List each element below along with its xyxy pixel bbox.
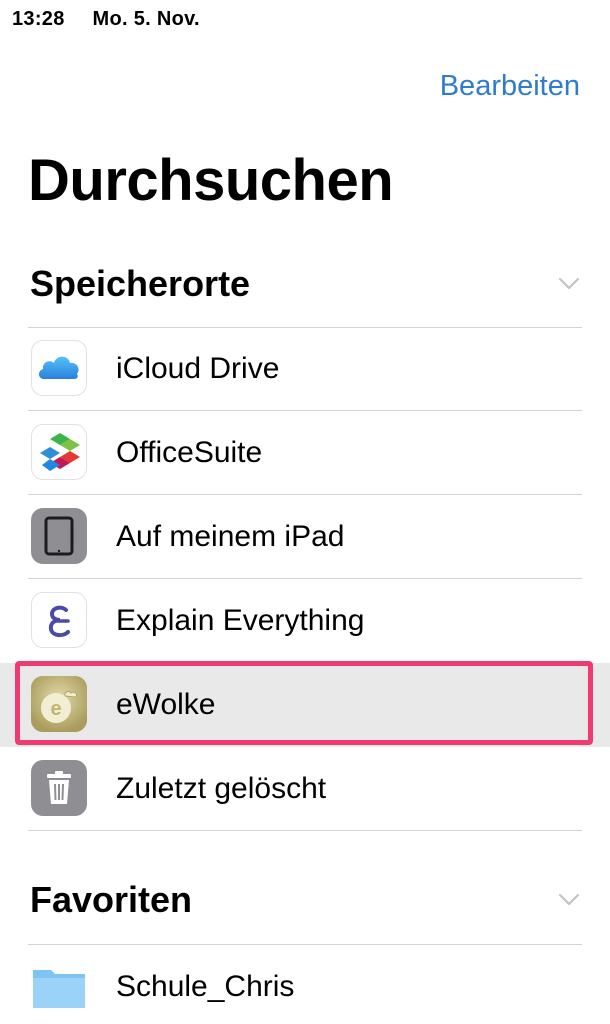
ipad-icon xyxy=(31,508,87,564)
favorites-section: Favoriten xyxy=(0,860,610,946)
list-item-icloud-drive[interactable]: iCloud Drive xyxy=(0,327,610,411)
status-bar: 13:28 Mo. 5. Nov. xyxy=(12,8,200,32)
trash-icon xyxy=(31,760,87,816)
list-item-explain-everything[interactable]: Explain Everything xyxy=(0,579,610,663)
list-item-auf-meinem-ipad[interactable]: Auf meinem iPad xyxy=(0,495,610,579)
list-item-officesuite[interactable]: OfficeSuite xyxy=(0,411,610,495)
section-title: Favoriten xyxy=(30,879,193,920)
locations-section-header[interactable]: Speicherorte xyxy=(0,244,610,330)
ewolke-icon: e xyxy=(31,676,87,732)
icloud-icon xyxy=(31,340,87,396)
favorites-section-header[interactable]: Favoriten xyxy=(0,860,610,946)
edit-button[interactable]: Bearbeiten xyxy=(440,70,580,103)
list-item-label: iCloud Drive xyxy=(116,352,280,385)
explain-everything-icon xyxy=(31,592,87,648)
locations-section: Speicherorte xyxy=(0,244,610,330)
divider xyxy=(28,830,582,831)
status-time: 13:28 xyxy=(12,8,65,30)
chevron-down-icon[interactable] xyxy=(556,886,582,912)
list-item-label: Auf meinem iPad xyxy=(116,520,345,553)
list-item-label: Explain Everything xyxy=(116,604,365,637)
list-item-label: Schule_Chris xyxy=(116,970,295,1003)
chevron-down-icon[interactable] xyxy=(556,270,582,296)
section-title: Speicherorte xyxy=(30,263,251,304)
list-item-zuletzt-geloescht[interactable]: Zuletzt gelöscht xyxy=(0,747,610,831)
officesuite-icon xyxy=(31,424,87,480)
list-item-schule-chris[interactable]: Schule_Chris xyxy=(0,945,610,1024)
folder-icon xyxy=(31,958,87,1014)
page-title: Durchsuchen xyxy=(28,148,394,213)
svg-text:e: e xyxy=(50,698,61,720)
status-date: Mo. 5. Nov. xyxy=(92,8,200,30)
list-item-ewolke[interactable]: e eWolke xyxy=(0,663,610,747)
list-item-label: OfficeSuite xyxy=(116,436,263,469)
list-item-label: Zuletzt gelöscht xyxy=(116,772,327,805)
list-item-label: eWolke xyxy=(116,688,216,721)
